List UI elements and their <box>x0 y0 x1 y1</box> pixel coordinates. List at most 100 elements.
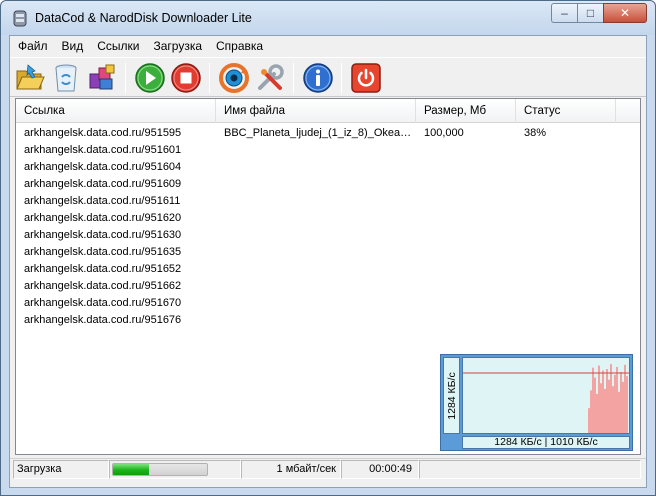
toolbar-separator <box>209 63 210 93</box>
list-row[interactable]: arkhangelsk.data.cod.ru/951630 <box>16 227 640 244</box>
list-row[interactable]: arkhangelsk.data.cod.ru/951662 <box>16 278 640 295</box>
menu-help[interactable]: Справка <box>209 36 270 56</box>
cell-link: arkhangelsk.data.cod.ru/951595 <box>24 127 182 139</box>
menu-bar: Файл Вид Ссылки Загрузка Справка <box>10 36 646 56</box>
cell-link: arkhangelsk.data.cod.ru/951611 <box>24 195 181 207</box>
cell-link: arkhangelsk.data.cod.ru/951601 <box>24 144 182 156</box>
list-row[interactable]: arkhangelsk.data.cod.ru/951595 BBC_Planet… <box>16 125 640 142</box>
list-row[interactable]: arkhangelsk.data.cod.ru/951601 <box>16 142 640 159</box>
menu-download[interactable]: Загрузка <box>146 36 209 56</box>
list-row[interactable]: arkhangelsk.data.cod.ru/951670 <box>16 295 640 312</box>
refresh-icon <box>219 63 249 93</box>
minimize-button[interactable]: – <box>551 3 577 23</box>
about-button[interactable] <box>301 61 335 95</box>
graph-axis-panel: 1284 КБ/с <box>443 357 460 434</box>
graph-bar <box>602 370 604 433</box>
toolbar <box>10 57 646 97</box>
graph-bar <box>618 391 620 433</box>
close-button[interactable]: ✕ <box>603 3 647 23</box>
cell-link: arkhangelsk.data.cod.ru/951609 <box>24 178 182 190</box>
cell-size: 100,000 <box>424 127 464 139</box>
download-progress-fill <box>113 464 149 475</box>
toolbar-separator <box>341 63 342 93</box>
status-speed: 1 мбайт/сек <box>241 460 341 479</box>
graph-bar <box>610 364 612 433</box>
column-header-filename[interactable]: Имя файла <box>216 99 416 123</box>
graph-bar <box>616 366 618 433</box>
title-bar[interactable]: DataCod & NarodDisk Downloader Lite – □ … <box>1 1 655 35</box>
list-row[interactable]: arkhangelsk.data.cod.ru/951652 <box>16 261 640 278</box>
graph-bar <box>606 369 608 433</box>
graph-bar <box>594 377 596 433</box>
refresh-button[interactable] <box>217 61 251 95</box>
open-folder-icon <box>16 64 45 90</box>
cell-filename: BBC_Planeta_ljudej_(1_iz_8)_Okeani.... <box>224 127 416 139</box>
graph-bar <box>614 374 616 433</box>
graph-legend: 1284 КБ/с | 1010 КБ/с <box>462 436 630 449</box>
graph-bar <box>612 386 614 433</box>
exit-button[interactable] <box>349 61 383 95</box>
open-folder-button[interactable] <box>13 61 47 95</box>
cell-link: arkhangelsk.data.cod.ru/951652 <box>24 263 182 275</box>
column-header-status[interactable]: Статус <box>516 99 616 123</box>
cell-link: arkhangelsk.data.cod.ru/951620 <box>24 212 182 224</box>
status-bar: Загрузка 1 мбайт/сек 00:00:49 <box>10 458 646 480</box>
column-header-filler <box>616 99 640 123</box>
graph-bar <box>598 365 600 433</box>
graph-plot <box>462 357 630 434</box>
list-row[interactable]: arkhangelsk.data.cod.ru/951620 <box>16 210 640 227</box>
list-row[interactable]: arkhangelsk.data.cod.ru/951676 <box>16 312 640 329</box>
play-icon <box>135 63 165 93</box>
cell-link: arkhangelsk.data.cod.ru/951604 <box>24 161 182 173</box>
graph-bar <box>590 390 592 433</box>
client-area: Файл Вид Ссылки Загрузка Справка Ссылка … <box>9 35 647 488</box>
graph-bar <box>624 364 626 433</box>
list-row[interactable]: arkhangelsk.data.cod.ru/951611 <box>16 193 640 210</box>
delete-button[interactable] <box>49 61 83 95</box>
toolbar-separator <box>125 63 126 93</box>
graph-bar <box>620 371 622 433</box>
list-row[interactable]: arkhangelsk.data.cod.ru/951635 <box>16 244 640 261</box>
graph-bar <box>600 383 602 433</box>
boxes-icon <box>89 64 115 90</box>
status-time: 00:00:49 <box>341 460 419 479</box>
stop-button[interactable] <box>169 61 203 95</box>
list-rows: arkhangelsk.data.cod.ru/951595 BBC_Planet… <box>16 125 640 329</box>
stop-icon <box>171 63 201 93</box>
caption-buttons: – □ ✕ <box>551 3 647 25</box>
list-row[interactable]: arkhangelsk.data.cod.ru/951604 <box>16 159 640 176</box>
start-button[interactable] <box>133 61 167 95</box>
menu-links[interactable]: Ссылки <box>90 36 146 56</box>
cell-link: arkhangelsk.data.cod.ru/951630 <box>24 229 182 241</box>
status-label: Загрузка <box>13 460 109 479</box>
download-list[interactable]: Ссылка Имя файла Размер, Мб Статус arkha… <box>15 98 641 455</box>
maximize-button[interactable]: □ <box>577 3 603 23</box>
graph-bar <box>588 408 590 433</box>
list-header: Ссылка Имя файла Размер, Мб Статус <box>16 99 640 123</box>
settings-button[interactable] <box>253 61 287 95</box>
graph-bar <box>596 393 598 433</box>
window-title: DataCod & NarodDisk Downloader Lite <box>35 11 252 25</box>
graph-bar <box>608 379 610 433</box>
cell-link: arkhangelsk.data.cod.ru/951635 <box>24 246 182 258</box>
graph-bar <box>604 388 606 433</box>
info-icon <box>303 63 333 93</box>
settings-tools-icon <box>258 64 284 90</box>
graph-bar <box>592 367 594 433</box>
speed-graph: 1284 КБ/с 1284 КБ/с | 1010 КБ/с <box>440 354 633 451</box>
cell-link: arkhangelsk.data.cod.ru/951662 <box>24 280 182 292</box>
column-header-link[interactable]: Ссылка <box>16 99 216 123</box>
menu-view[interactable]: Вид <box>55 36 91 56</box>
list-row[interactable]: arkhangelsk.data.cod.ru/951609 <box>16 176 640 193</box>
graph-axis-label: 1284 КБ/с <box>446 372 458 420</box>
graph-bar <box>626 376 628 433</box>
cell-link: arkhangelsk.data.cod.ru/951676 <box>24 314 182 326</box>
graph-svg <box>463 364 629 433</box>
cell-status: 38% <box>524 127 547 139</box>
add-links-button[interactable] <box>85 61 119 95</box>
main-window: DataCod & NarodDisk Downloader Lite – □ … <box>0 0 656 496</box>
status-empty-panel <box>419 460 641 479</box>
column-header-size[interactable]: Размер, Мб <box>416 99 516 123</box>
toolbar-separator <box>293 63 294 93</box>
menu-file[interactable]: Файл <box>10 36 55 56</box>
